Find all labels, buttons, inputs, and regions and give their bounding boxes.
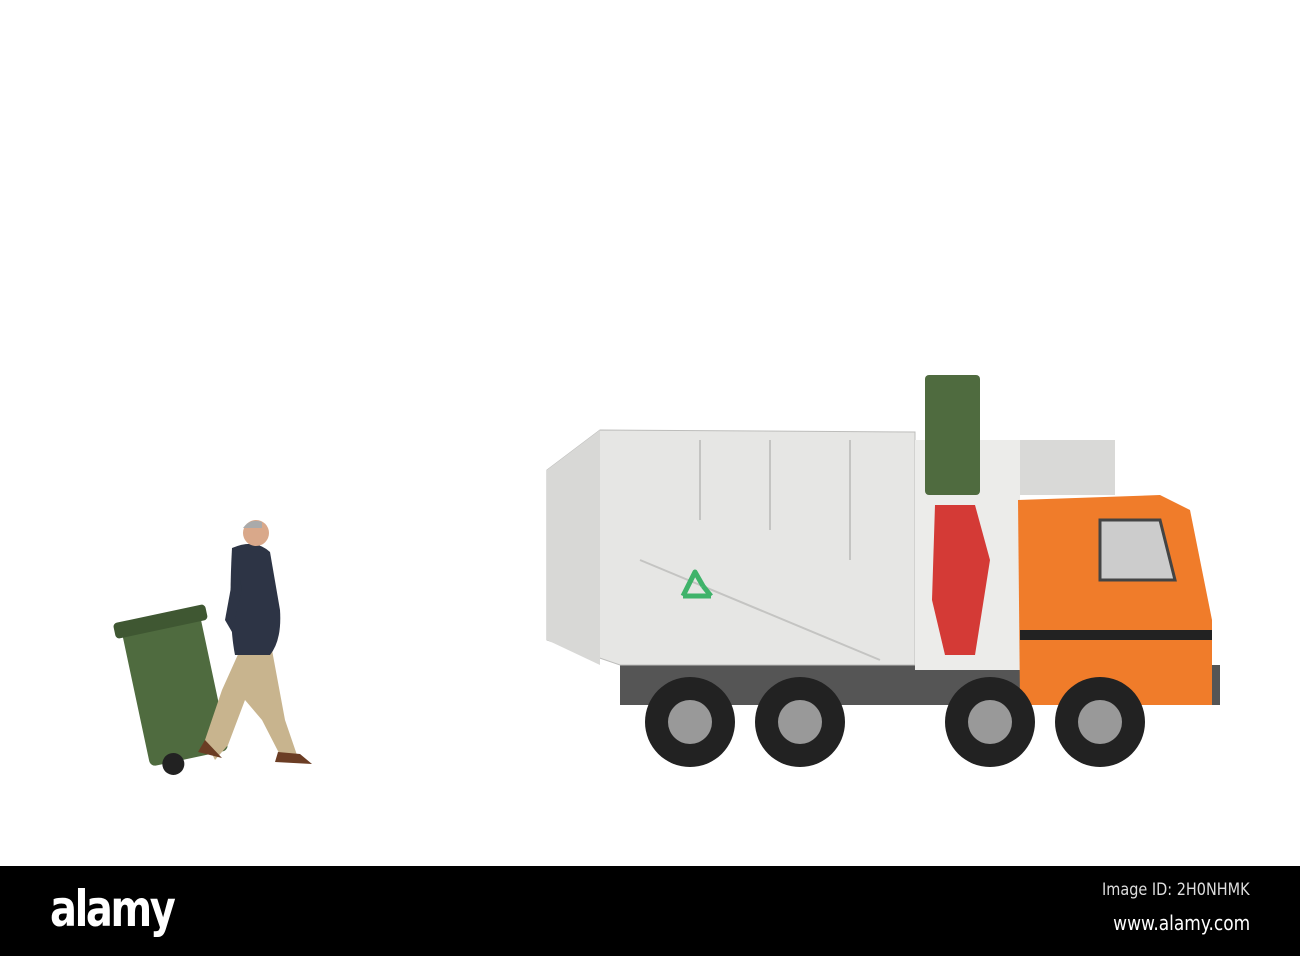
- man-pushing-bin: [113, 520, 312, 775]
- lifted-bin: [925, 375, 980, 495]
- stock-photo: alamy Image ID: 2H0NHMK www.alamy.com: [0, 0, 1300, 956]
- watermark-footer: alamy Image ID: 2H0NHMK www.alamy.com: [0, 866, 1300, 956]
- alamy-logo: alamy: [50, 880, 176, 938]
- website-link: www.alamy.com: [1112, 911, 1250, 935]
- garbage-truck: [546, 375, 1220, 767]
- image-id: Image ID: 2H0NHMK: [1102, 880, 1250, 900]
- photo-scene: [113, 375, 1220, 775]
